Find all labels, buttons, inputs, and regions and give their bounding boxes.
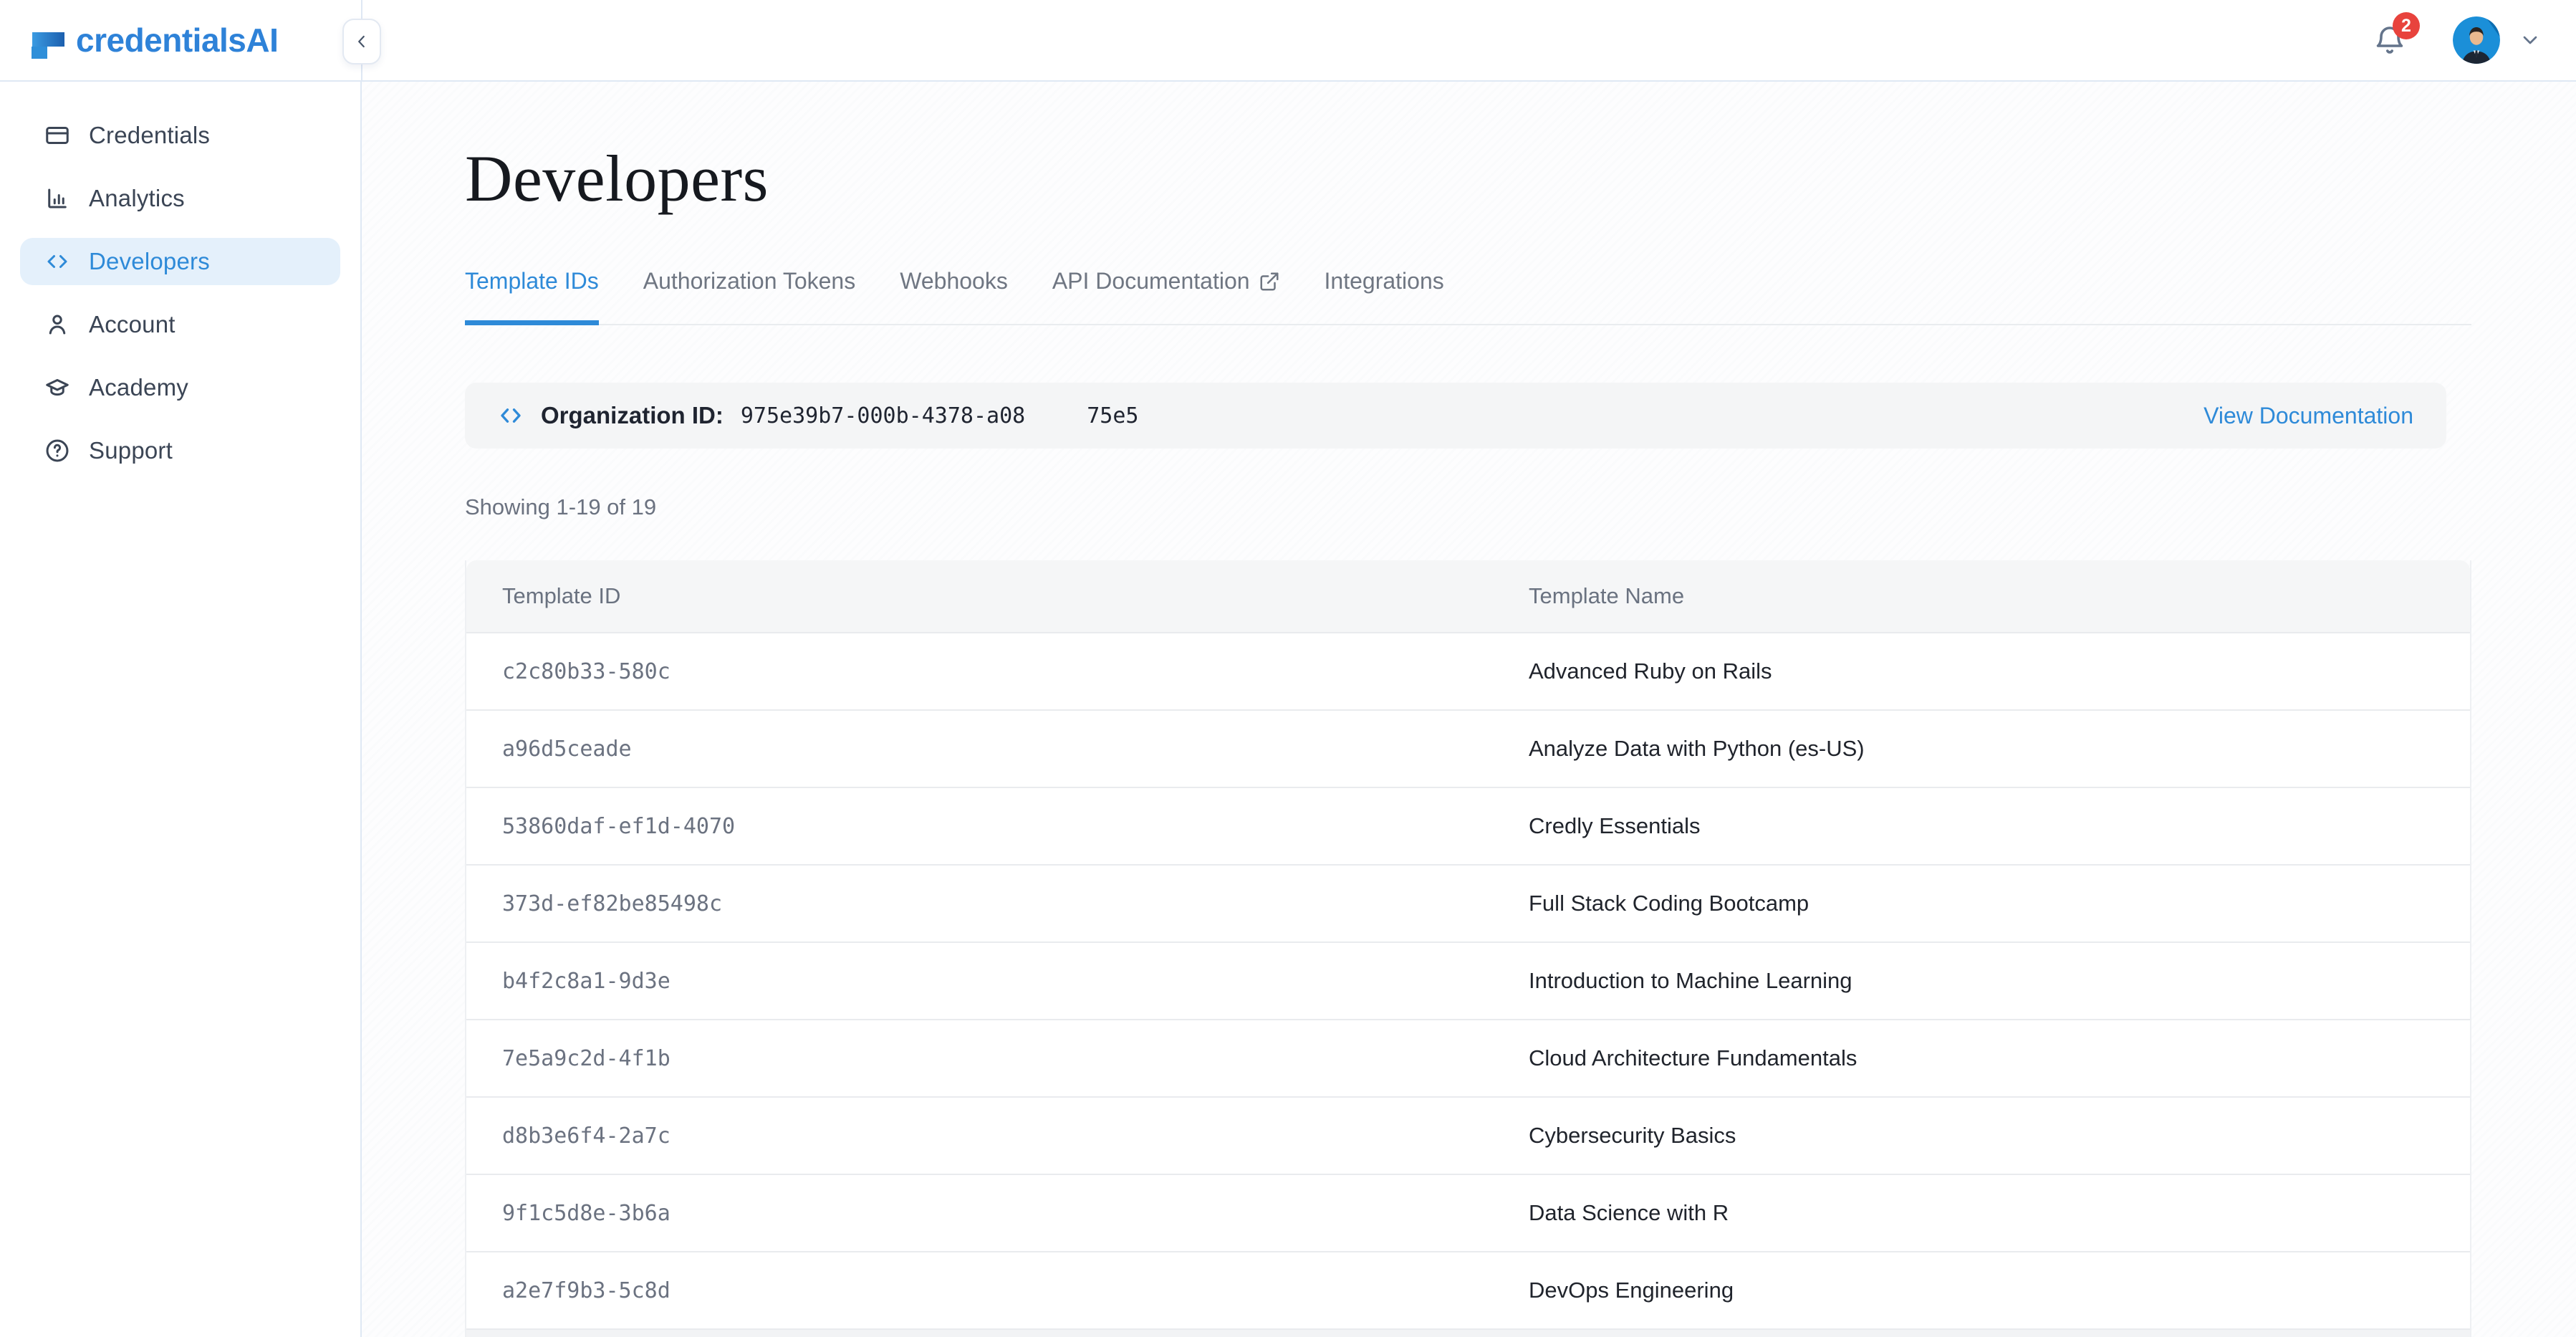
bar-chart-icon bbox=[44, 186, 70, 211]
user-icon bbox=[44, 312, 70, 337]
tab-label: Template IDs bbox=[465, 268, 599, 294]
template-name-cell: Cybersecurity Basics bbox=[1493, 1123, 2470, 1149]
notifications-button[interactable]: 2 bbox=[2373, 22, 2407, 58]
organization-id-banner: Organization ID: 975e39b7-000b-4378-a08 … bbox=[465, 383, 2446, 449]
templates-table: Template ID Template Name c2c80b33-580c … bbox=[465, 560, 2471, 1337]
tab-label: Integrations bbox=[1325, 268, 1444, 294]
template-name-cell: Credly Essentials bbox=[1493, 813, 2470, 839]
template-name-cell: Cloud Architecture Fundamentals bbox=[1493, 1045, 2470, 1071]
tab-webhooks[interactable]: Webhooks bbox=[900, 268, 1008, 325]
template-name-cell: Data Science with R bbox=[1493, 1200, 2470, 1226]
sidebar-item-label: Account bbox=[89, 311, 176, 338]
table-row: a96d5ceade Analyze Data with Python (es-… bbox=[466, 709, 2470, 787]
template-name-cell: DevOps Engineering bbox=[1493, 1278, 2470, 1303]
sidebar-item-label: Analytics bbox=[89, 185, 185, 212]
table-clipped-row bbox=[466, 1328, 2470, 1337]
sidebar-item-label: Developers bbox=[89, 248, 210, 275]
sidebar-item-developers[interactable]: Developers bbox=[20, 238, 340, 285]
table-row: d8b3e6f4-2a7c Cybersecurity Basics bbox=[466, 1096, 2470, 1174]
sidebar-item-label: Academy bbox=[89, 374, 188, 401]
table-row: b4f2c8a1-9d3e Introduction to Machine Le… bbox=[466, 941, 2470, 1019]
brand-name: credentialsAI bbox=[76, 21, 278, 59]
tab-label: Authorization Tokens bbox=[643, 268, 855, 294]
app-window: credentialsAI 2 bbox=[0, 0, 2576, 1337]
tab-label: Webhooks bbox=[900, 268, 1008, 294]
tab-api-documentation[interactable]: API Documentation bbox=[1052, 268, 1280, 325]
table-header-row: Template ID Template Name bbox=[466, 560, 2470, 632]
external-link-icon bbox=[1259, 271, 1280, 292]
tab-template-ids[interactable]: Template IDs bbox=[465, 268, 599, 325]
table-row: 7e5a9c2d-4f1b Cloud Architecture Fundame… bbox=[466, 1019, 2470, 1096]
tab-integrations[interactable]: Integrations bbox=[1325, 268, 1444, 325]
template-id-cell: d8b3e6f4-2a7c bbox=[466, 1123, 1493, 1149]
organization-id-label: Organization ID: bbox=[541, 402, 724, 429]
code-icon bbox=[44, 249, 70, 274]
code-icon bbox=[498, 403, 524, 428]
main-content: Developers Template IDs Authorization To… bbox=[362, 82, 2576, 1337]
tab-label: API Documentation bbox=[1052, 268, 1250, 294]
sidebar-item-support[interactable]: Support bbox=[20, 427, 340, 474]
results-summary: Showing 1-19 of 19 bbox=[465, 494, 2576, 520]
tab-authorization-tokens[interactable]: Authorization Tokens bbox=[643, 268, 855, 325]
template-name-cell: Analyze Data with Python (es-US) bbox=[1493, 736, 2470, 762]
notification-badge: 2 bbox=[2393, 12, 2420, 39]
template-id-cell: 9f1c5d8e-3b6a bbox=[466, 1201, 1493, 1226]
sidebar: Credentials Analytics Developers Account bbox=[0, 82, 362, 1337]
template-id-cell: 373d-ef82be85498c bbox=[466, 891, 1493, 916]
sidebar-item-analytics[interactable]: Analytics bbox=[20, 175, 340, 222]
tab-bar: Template IDs Authorization Tokens Webhoo… bbox=[465, 268, 2471, 325]
sidebar-item-account[interactable]: Account bbox=[20, 301, 340, 348]
column-header-template-id: Template ID bbox=[466, 583, 1493, 609]
view-documentation-link[interactable]: View Documentation bbox=[2203, 403, 2413, 429]
column-header-template-name: Template Name bbox=[1493, 583, 2470, 609]
template-id-cell: a96d5ceade bbox=[466, 737, 1493, 762]
table-row: 9f1c5d8e-3b6a Data Science with R bbox=[466, 1174, 2470, 1251]
graduation-cap-icon bbox=[44, 375, 70, 401]
table-row: a2e7f9b3-5c8d DevOps Engineering bbox=[466, 1251, 2470, 1328]
page-title: Developers bbox=[465, 140, 2576, 216]
template-name-cell: Full Stack Coding Bootcamp bbox=[1493, 891, 2470, 916]
avatar[interactable] bbox=[2453, 16, 2500, 64]
account-menu-chevron-down-icon[interactable] bbox=[2519, 29, 2542, 52]
help-circle-icon bbox=[44, 438, 70, 464]
sidebar-item-academy[interactable]: Academy bbox=[20, 364, 340, 411]
sidebar-item-credentials[interactable]: Credentials bbox=[20, 112, 340, 159]
avatar-image bbox=[2453, 16, 2500, 64]
brand[interactable]: credentialsAI bbox=[0, 21, 278, 59]
template-id-cell: c2c80b33-580c bbox=[466, 659, 1493, 684]
template-id-cell: 7e5a9c2d-4f1b bbox=[466, 1046, 1493, 1071]
organization-id-value: 975e39b7-000b-4378-a08 bbox=[741, 403, 1025, 428]
chevron-left-icon bbox=[352, 32, 371, 51]
topbar-right: 2 bbox=[2373, 16, 2576, 64]
sidebar-collapse-button[interactable] bbox=[342, 19, 381, 64]
template-name-cell: Introduction to Machine Learning bbox=[1493, 968, 2470, 994]
organization-id-group: Organization ID: 975e39b7-000b-4378-a08 … bbox=[498, 402, 1138, 429]
template-id-cell: b4f2c8a1-9d3e bbox=[466, 969, 1493, 994]
sidebar-item-label: Credentials bbox=[89, 122, 210, 149]
template-id-cell: 53860daf-ef1d-4070 bbox=[466, 814, 1493, 839]
template-id-cell: a2e7f9b3-5c8d bbox=[466, 1278, 1493, 1303]
table-row: 53860daf-ef1d-4070 Credly Essentials bbox=[466, 787, 2470, 864]
table-row: c2c80b33-580c Advanced Ruby on Rails bbox=[466, 632, 2470, 709]
template-name-cell: Advanced Ruby on Rails bbox=[1493, 658, 2470, 684]
table-row: 373d-ef82be85498c Full Stack Coding Boot… bbox=[466, 864, 2470, 941]
brand-logo-icon bbox=[23, 21, 64, 59]
topbar: credentialsAI 2 bbox=[0, 0, 2576, 82]
credit-card-icon bbox=[44, 123, 70, 148]
sidebar-item-label: Support bbox=[89, 437, 173, 464]
organization-id-suffix: 75e5 bbox=[1087, 403, 1138, 428]
